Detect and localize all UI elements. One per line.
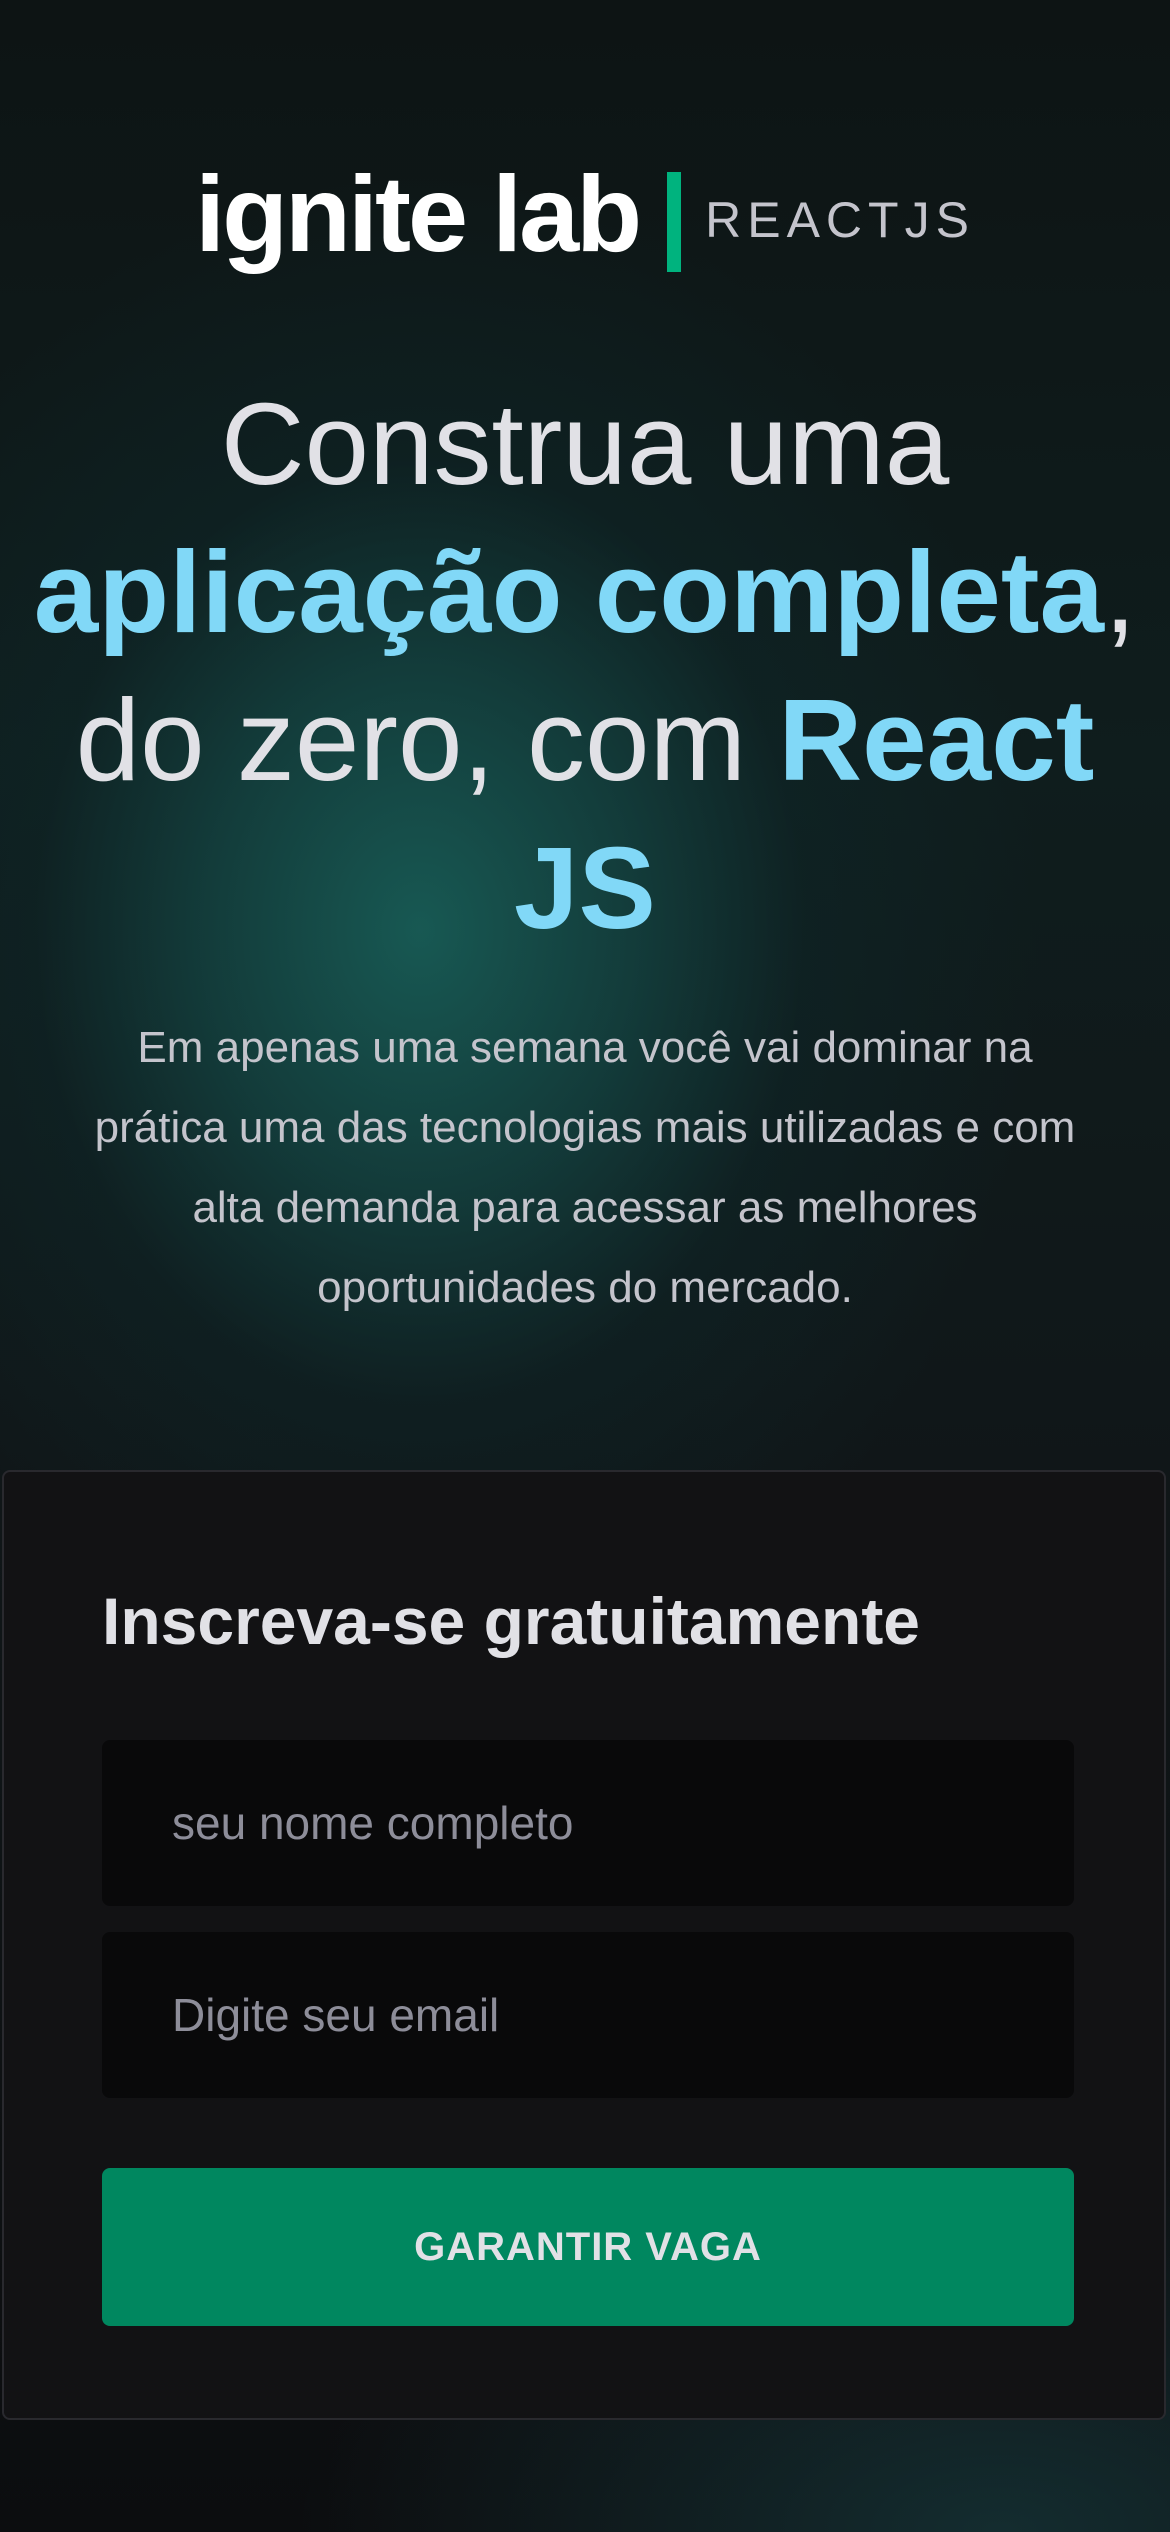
email-input[interactable] — [102, 1932, 1074, 2098]
hero-headline: Construa uma aplicação completa, do zero… — [0, 370, 1170, 962]
headline-part-1: Construa uma — [220, 379, 950, 509]
hero-description: Em apenas uma semana você vai dominar na… — [94, 1023, 1076, 1312]
brand-subtitle: REACTJS — [705, 192, 975, 248]
name-input[interactable] — [102, 1740, 1074, 1906]
ignite-lab-logo: ignite lab — [195, 153, 642, 274]
brand-header: ignite lab REACTJS — [0, 153, 1170, 274]
signup-card: Inscreva-se gratuitamente GARANTIR VAGA — [2, 1470, 1166, 2420]
signup-title: Inscreva-se gratuitamente — [102, 1584, 921, 1658]
garantir-vaga-button[interactable]: GARANTIR VAGA — [102, 2168, 1074, 2326]
headline-highlight-1: aplicação completa — [33, 527, 1104, 657]
brand-divider — [667, 172, 682, 272]
